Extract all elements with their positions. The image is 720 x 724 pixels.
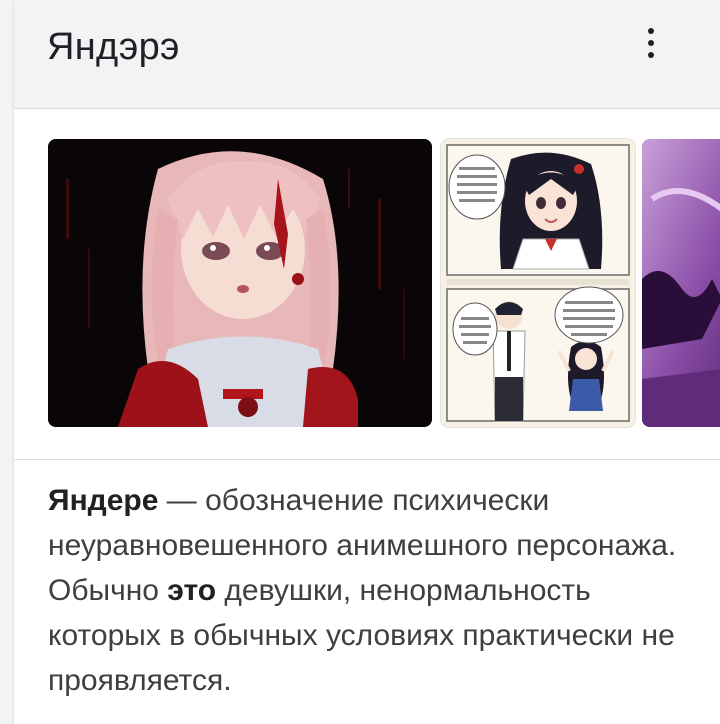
carousel-image-1[interactable]	[48, 139, 432, 427]
description-term: Яндере	[48, 484, 159, 517]
knowledge-panel-card: Яндэрэ Яндере — обозначение психически н…	[14, 0, 720, 724]
image-manga-comic-icon	[441, 139, 635, 427]
image-carousel[interactable]	[14, 109, 720, 460]
entity-description: Яндере — обозначение психически неуравно…	[48, 478, 688, 703]
carousel-image-3[interactable]	[642, 139, 720, 427]
page: Яндэрэ Яндере — обозначение психически н…	[0, 0, 720, 724]
panel-header: Яндэрэ	[14, 0, 720, 109]
carousel-image-2[interactable]	[441, 139, 635, 427]
image-purple-anime-icon	[642, 139, 720, 427]
description-bold-2: это	[167, 574, 217, 607]
panel-title: Яндэрэ	[47, 26, 180, 68]
image-anime-girl-icon	[48, 139, 432, 427]
description-dash: —	[158, 484, 206, 517]
more-options-button[interactable]	[636, 24, 666, 64]
